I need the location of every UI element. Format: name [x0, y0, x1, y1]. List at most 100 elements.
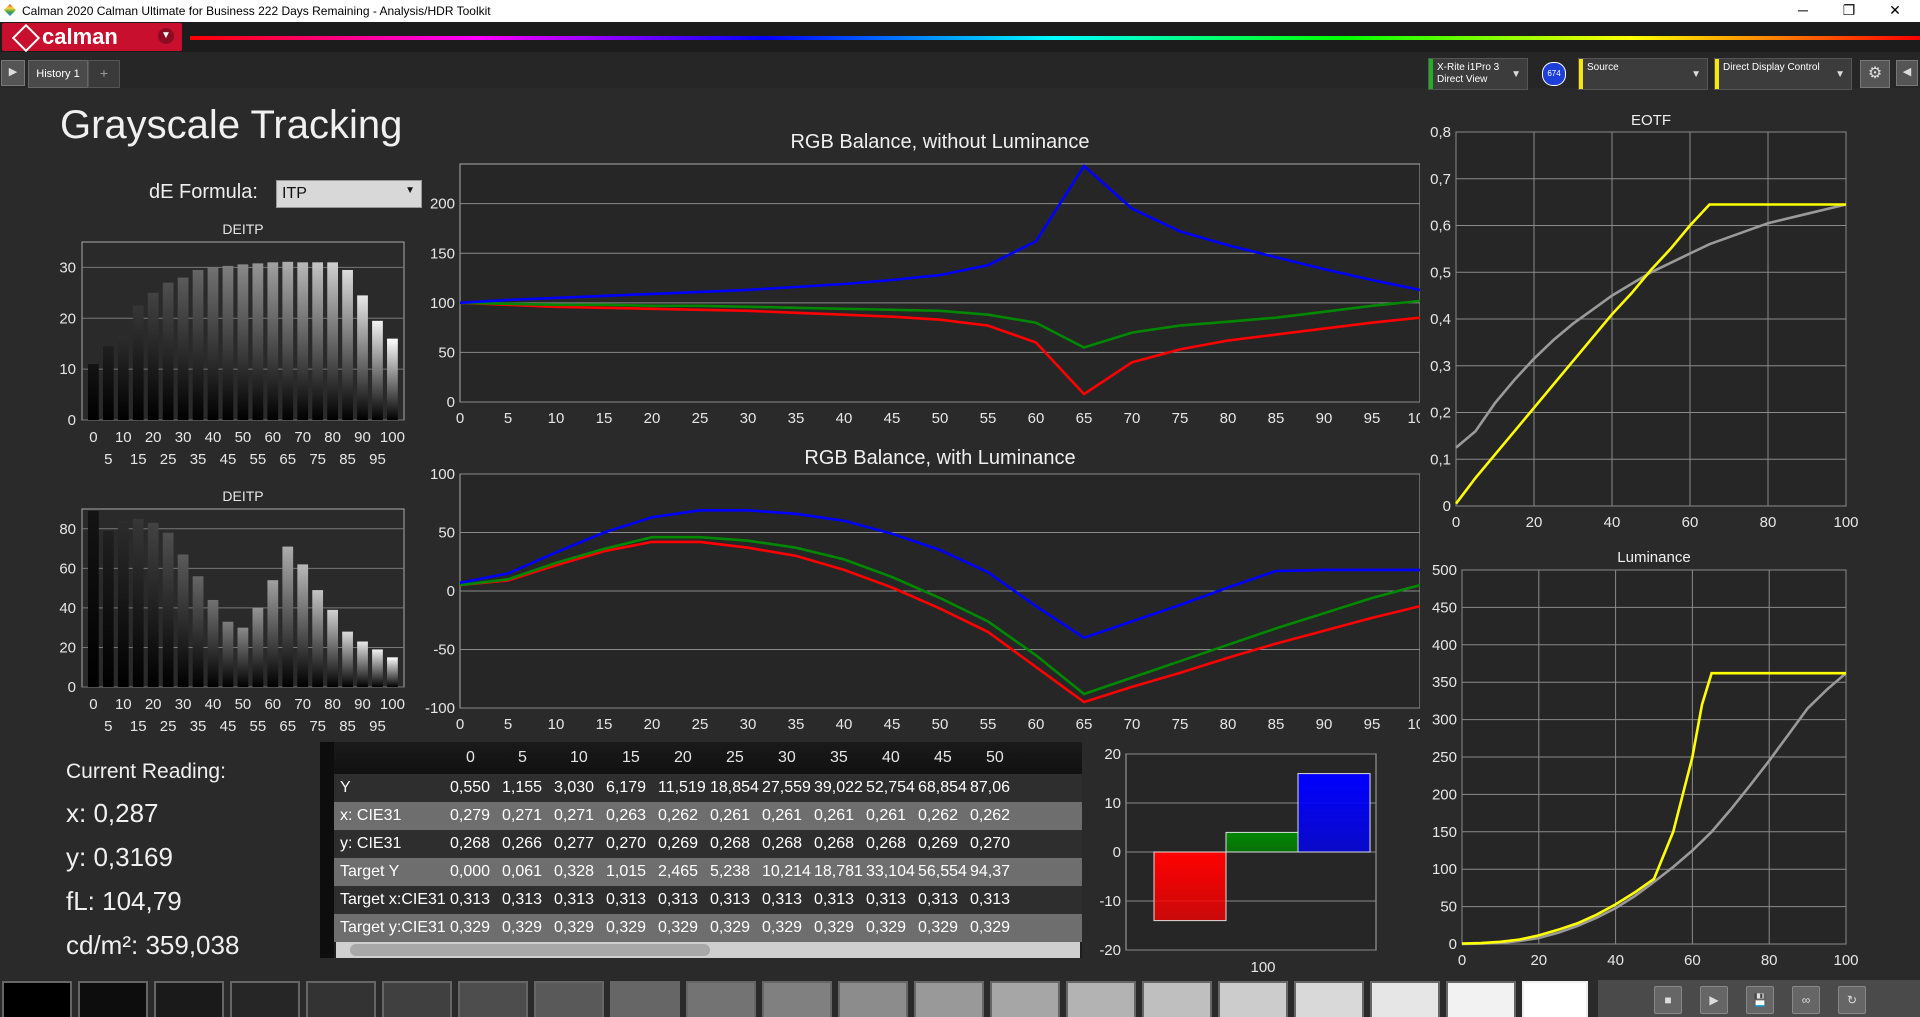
table-cell: 0,313 — [710, 891, 751, 908]
table-row: x: CIE31 0,279 0,271 0,271 0,263 0,262 0,261 0,… — [334, 802, 1082, 830]
add-tab-button[interactable]: + — [88, 60, 120, 88]
x-tick-label: 55 — [980, 410, 997, 427]
deitp-bar — [282, 546, 294, 687]
rgb-bar-chart: -20 -10 0 10 20 100 — [1099, 746, 1377, 974]
minimize-button[interactable]: ─ — [1780, 0, 1826, 22]
patch-swatch[interactable] — [1142, 981, 1212, 1017]
x-tick-label: 80 — [1761, 952, 1778, 969]
patch-swatch[interactable] — [610, 981, 680, 1017]
table-cell: 0,269 — [658, 835, 699, 852]
x-tick-label: 0 — [1452, 514, 1460, 531]
source-selector[interactable]: Source ▼ — [1578, 58, 1708, 90]
plot-area — [459, 163, 1420, 403]
patch-swatch[interactable] — [2, 981, 72, 1017]
meter-name: X-Rite i1Pro 3 Direct View — [1437, 62, 1500, 85]
table-cell: 0,329 — [502, 919, 543, 936]
column-header: 10 — [570, 749, 588, 766]
reading-x: x: 0,287 — [66, 798, 159, 828]
x-tick-label: 30 — [175, 429, 192, 446]
deitp-bar — [237, 264, 249, 420]
patch-swatch[interactable] — [686, 981, 756, 1017]
x-axis-label: 100 — [1250, 959, 1275, 974]
deitp-bar — [342, 269, 353, 420]
patch-swatch[interactable] — [838, 981, 908, 1017]
de-formula-select[interactable]: ITP ▼ — [276, 180, 422, 208]
table-cell: 0,329 — [866, 919, 907, 936]
patch-swatch[interactable] — [382, 981, 452, 1017]
chevron-down-icon: ▼ — [1835, 69, 1845, 80]
loop-button[interactable]: ∞ — [1792, 986, 1820, 1014]
x-tick-label: 65 — [279, 451, 296, 468]
x-tick-label: 65 — [1076, 716, 1093, 733]
settings-gear-icon[interactable]: ⚙ — [1860, 60, 1890, 88]
source-status-bar — [1579, 59, 1583, 89]
history-expand-button[interactable]: ▶ — [1, 60, 25, 86]
display-selector[interactable]: Direct Display Control ▼ — [1714, 58, 1852, 90]
x-tick-label: 60 — [1684, 952, 1701, 969]
meter-selector[interactable]: X-Rite i1Pro 3 Direct View ▼ — [1428, 58, 1528, 90]
patch-swatch[interactable] — [762, 981, 832, 1017]
logo-text: calman — [42, 24, 118, 49]
deitp-bar — [312, 590, 324, 687]
table-cell: 0,271 — [554, 807, 595, 824]
patch-swatch[interactable] — [1066, 981, 1136, 1017]
table-cell: 0,329 — [814, 919, 855, 936]
deitp-bar — [192, 269, 204, 420]
deitp-bar — [372, 320, 383, 420]
patch-swatch[interactable] — [914, 981, 984, 1017]
scrollbar-thumb[interactable] — [350, 944, 710, 956]
patch-swatch[interactable] — [534, 981, 604, 1017]
patch-swatch[interactable] — [1522, 981, 1588, 1017]
table-cell: 0,268 — [814, 835, 855, 852]
calman-menu-button[interactable]: calman ▼ — [2, 23, 182, 53]
table-cell: 94,37 — [970, 863, 1011, 880]
table-cell: 0,262 — [658, 807, 699, 824]
patch-swatch[interactable] — [78, 981, 148, 1017]
table-cell: 0,262 — [918, 807, 959, 824]
y-tick-label: 350 — [1432, 674, 1457, 691]
deitp-bar — [357, 295, 368, 420]
save-button[interactable]: 💾 — [1746, 986, 1774, 1014]
panel-collapse-button[interactable]: ◀ — [1896, 60, 1918, 86]
patch-swatch[interactable] — [154, 981, 224, 1017]
x-tick-label: 60 — [1028, 410, 1045, 427]
table-cell: 0,329 — [658, 919, 699, 936]
table-cell: 1,155 — [502, 779, 543, 796]
refresh-button[interactable]: ↻ — [1838, 986, 1866, 1014]
table-cell: 5,238 — [710, 863, 751, 880]
x-tick-label: 15 — [130, 718, 147, 735]
table-scrollbar[interactable] — [336, 942, 1080, 958]
x-tick-label: 70 — [1124, 716, 1141, 733]
y-tick-label: 200 — [430, 196, 455, 213]
table-cell: 0,271 — [502, 807, 543, 824]
close-button[interactable]: ✕ — [1872, 0, 1918, 22]
x-tick-label: 55 — [250, 451, 267, 468]
patch-swatch[interactable] — [990, 981, 1060, 1017]
patch-swatch[interactable] — [1370, 981, 1440, 1017]
x-tick-label: 50 — [932, 716, 949, 733]
x-tick-label: 25 — [692, 410, 709, 427]
y-tick-label: 0,6 — [1430, 218, 1451, 235]
patch-swatch[interactable] — [306, 981, 376, 1017]
x-tick-label: 80 — [1220, 410, 1237, 427]
tab-history-1[interactable]: History 1 — [28, 60, 88, 88]
window-titlebar: Calman 2020 Calman Ultimate for Business… — [0, 0, 1920, 22]
stop-button[interactable]: ■ — [1654, 986, 1682, 1014]
x-tick-label: 50 — [235, 696, 252, 713]
y-tick-label: 0 — [1443, 498, 1451, 515]
y-tick-label: 0 — [1449, 936, 1457, 953]
x-tick-label: 90 — [1316, 716, 1333, 733]
y-tick-label: 0 — [1113, 844, 1121, 861]
play-button[interactable]: ▶ — [1700, 986, 1728, 1014]
patch-swatch[interactable] — [458, 981, 528, 1017]
patch-swatch[interactable] — [1446, 981, 1516, 1017]
patch-swatch[interactable] — [1294, 981, 1364, 1017]
y-tick-label: 100 — [1432, 861, 1457, 878]
deitp-bar — [327, 609, 339, 687]
x-tick-label: 45 — [884, 410, 901, 427]
patch-swatch[interactable] — [1218, 981, 1288, 1017]
maximize-button[interactable]: ❐ — [1826, 0, 1872, 22]
table-cell: 0,268 — [762, 835, 803, 852]
rgb-bar-G — [1225, 831, 1299, 853]
patch-swatch[interactable] — [230, 981, 300, 1017]
